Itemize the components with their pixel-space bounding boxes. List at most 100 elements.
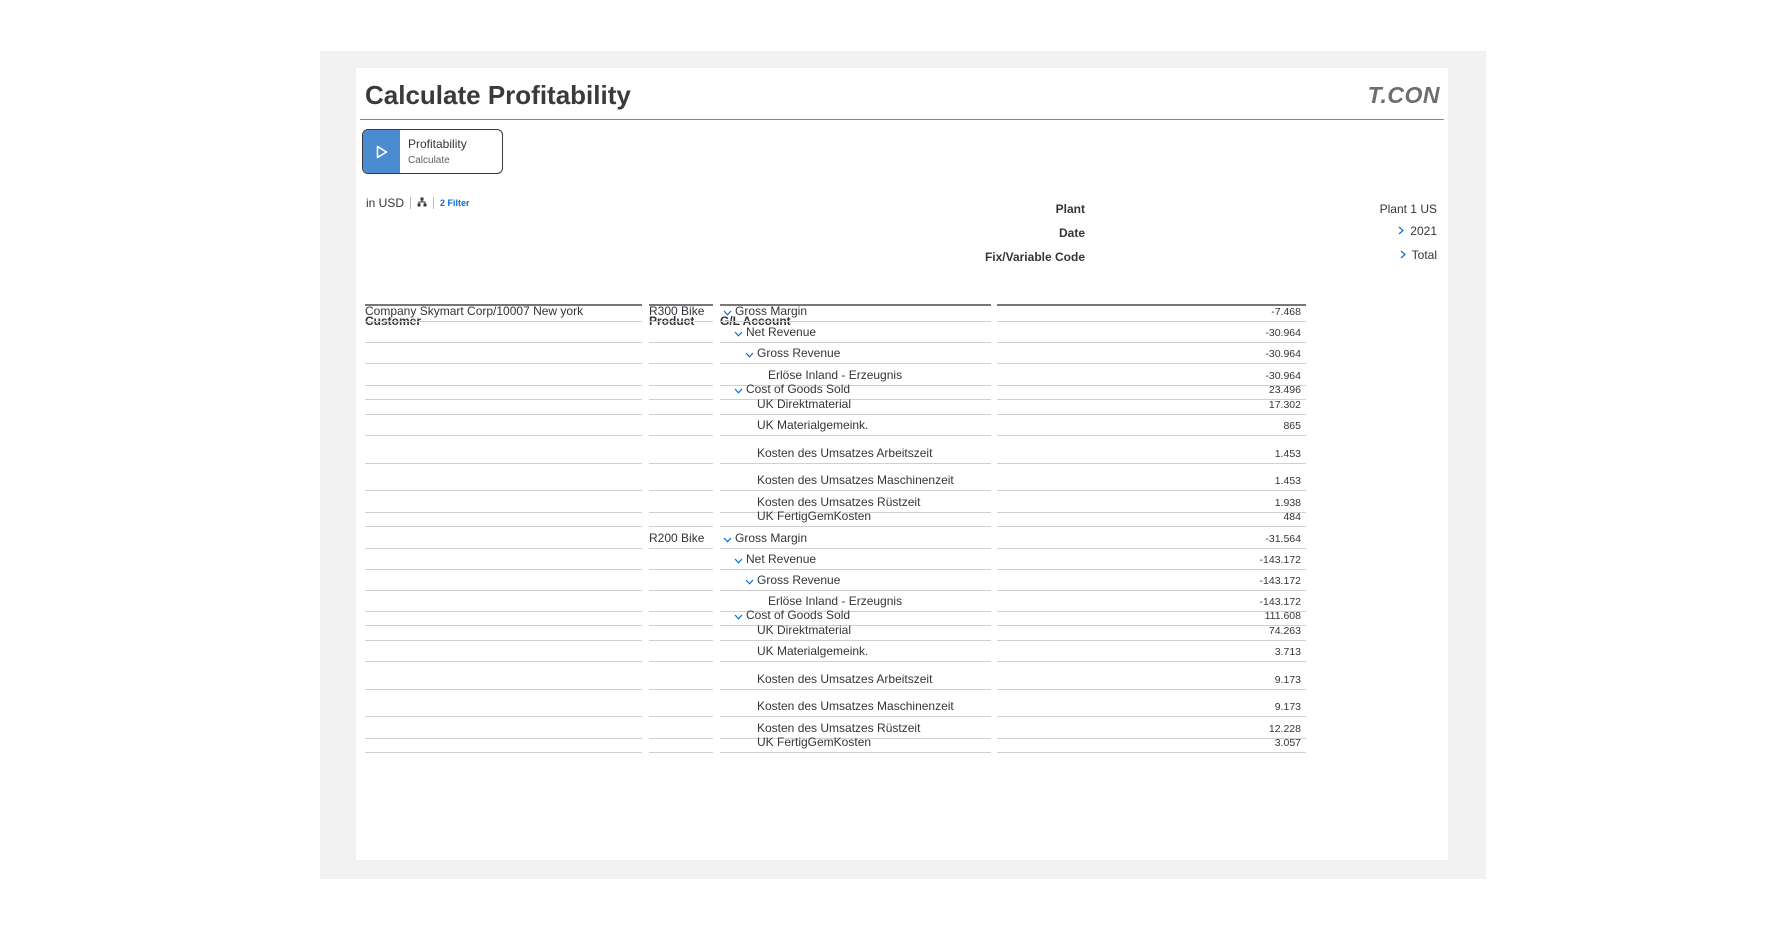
account-text: UK Direktmaterial <box>757 397 852 411</box>
table-subheader: in USD 2 Filter <box>366 196 470 210</box>
account-text: Net Revenue <box>746 325 817 339</box>
customer-cell <box>365 513 642 527</box>
product-cell <box>649 549 713 570</box>
table-row[interactable]: Kosten des Umsatzes Rüstzeit 12.228 <box>356 717 1448 739</box>
table-row[interactable]: R200 Bike Gross Margin -31.564 <box>356 527 1448 549</box>
product-cell <box>649 612 713 626</box>
account-cell[interactable]: Kosten des Umsatzes Maschinenzeit <box>720 464 991 491</box>
customer-cell <box>365 690 642 717</box>
product-cell <box>649 491 713 513</box>
date-header[interactable]: 2021 <box>1398 224 1437 238</box>
chevron-down-icon[interactable] <box>723 310 732 316</box>
value-text: -30.964 <box>1265 327 1301 339</box>
table-row[interactable]: UK Direktmaterial 17.302 <box>356 397 1448 415</box>
value-text: 9.173 <box>1274 674 1301 686</box>
account-text: Gross Margin <box>735 304 808 318</box>
account-cell[interactable]: UK FertigGemKosten <box>720 509 991 527</box>
value-text: 1.453 <box>1274 448 1301 460</box>
product-cell <box>649 717 713 739</box>
value-text: 1.453 <box>1274 475 1301 487</box>
account-text: Kosten des Umsatzes Arbeitszeit <box>757 446 933 460</box>
chevron-down-icon[interactable] <box>723 537 732 543</box>
account-text: Kosten des Umsatzes Maschinenzeit <box>757 699 954 713</box>
chevron-down-icon[interactable] <box>734 331 743 337</box>
tile-subtitle: Calculate <box>408 155 450 166</box>
table-row[interactable]: Kosten des Umsatzes Arbeitszeit 1.453 <box>356 436 1448 464</box>
account-cell[interactable]: UK FertigGemKosten <box>720 735 991 753</box>
filter-link[interactable]: 2 Filter <box>440 198 470 208</box>
table-row[interactable]: Kosten des Umsatzes Arbeitszeit 9.173 <box>356 662 1448 690</box>
product-cell <box>649 641 713 662</box>
table-row[interactable]: Gross Revenue -30.964 <box>356 343 1448 364</box>
account-cell[interactable]: Gross Revenue <box>720 570 991 591</box>
table-row[interactable]: Erlöse Inland - Erzeugnis -143.172 <box>356 591 1448 612</box>
account-cell[interactable]: Gross Margin <box>720 527 991 549</box>
value-cell: -7.468 <box>997 306 1306 322</box>
account-text: Kosten des Umsatzes Rüstzeit <box>757 721 921 735</box>
account-cell[interactable]: Net Revenue <box>720 322 991 343</box>
account-cell[interactable]: Kosten des Umsatzes Arbeitszeit <box>720 436 991 464</box>
account-cell[interactable]: Kosten des Umsatzes Maschinenzeit <box>720 690 991 717</box>
table-row[interactable]: Cost of Goods Sold 23.496 <box>356 382 1448 400</box>
value-cell: 865 <box>997 415 1306 436</box>
account-text: Gross Revenue <box>757 573 841 587</box>
chevron-down-icon[interactable] <box>734 558 743 564</box>
account-cell[interactable]: UK Materialgemeink. <box>720 415 991 436</box>
table-row[interactable]: Net Revenue -143.172 <box>356 549 1448 570</box>
chevron-down-icon[interactable] <box>745 352 754 358</box>
table-row[interactable]: UK Materialgemeink. 3.713 <box>356 641 1448 662</box>
value-text: 23.496 <box>1268 384 1301 396</box>
product-cell <box>649 690 713 717</box>
account-cell[interactable]: UK Materialgemeink. <box>720 641 991 662</box>
value-text: 74.263 <box>1268 625 1301 637</box>
product-cell <box>649 436 713 464</box>
separator <box>410 197 412 209</box>
table-row[interactable]: UK Direktmaterial 74.263 <box>356 623 1448 641</box>
chevron-down-icon[interactable] <box>734 614 743 620</box>
table-row[interactable]: Kosten des Umsatzes Rüstzeit 1.938 <box>356 491 1448 513</box>
account-cell[interactable]: UK Direktmaterial <box>720 397 991 415</box>
table-row[interactable]: Net Revenue -30.964 <box>356 322 1448 343</box>
customer-cell <box>365 343 642 364</box>
value-text: 484 <box>1283 511 1301 523</box>
chevron-down-icon[interactable] <box>734 388 743 394</box>
story-canvas: Calculate Profitability T.CON Profitabil… <box>356 68 1448 860</box>
customer-cell <box>365 641 642 662</box>
account-text: Erlöse Inland - Erzeugnis <box>768 368 903 382</box>
account-cell[interactable]: Net Revenue <box>720 549 991 570</box>
plant-value: Plant 1 US <box>1379 202 1437 216</box>
tile-title: Profitability <box>408 137 467 151</box>
product-text: R200 Bike <box>649 531 705 545</box>
table-row[interactable]: Gross Revenue -143.172 <box>356 570 1448 591</box>
value-text: -143.172 <box>1259 575 1301 587</box>
table-row[interactable]: UK Materialgemeink. 865 <box>356 415 1448 436</box>
table-row[interactable]: UK FertigGemKosten 3.057 <box>356 735 1448 753</box>
value-text: -7.468 <box>1271 306 1301 318</box>
value-cell: -31.564 <box>997 527 1306 549</box>
value-cell: 17.302 <box>997 399 1306 415</box>
customer-cell <box>365 549 642 570</box>
hierarchy-icon[interactable] <box>417 196 427 210</box>
customer-cell <box>365 436 642 464</box>
value-cell: 9.173 <box>997 690 1306 717</box>
chevron-down-icon[interactable] <box>745 579 754 585</box>
fixvar-header[interactable]: Total <box>1400 248 1437 262</box>
value-cell: -30.964 <box>997 364 1306 386</box>
account-cell[interactable]: Gross Revenue <box>720 343 991 364</box>
account-cell[interactable]: Gross Margin <box>720 304 991 322</box>
table-row[interactable]: Cost of Goods Sold 111.608 <box>356 608 1448 626</box>
account-text: Kosten des Umsatzes Maschinenzeit <box>757 473 954 487</box>
account-cell[interactable]: Kosten des Umsatzes Arbeitszeit <box>720 662 991 690</box>
table-row[interactable]: Kosten des Umsatzes Maschinenzeit 9.173 <box>356 690 1448 717</box>
table-row[interactable]: UK FertigGemKosten 484 <box>356 509 1448 527</box>
table-row[interactable]: Kosten des Umsatzes Maschinenzeit 1.453 <box>356 464 1448 491</box>
product-cell <box>649 570 713 591</box>
value-cell: -30.964 <box>997 322 1306 343</box>
table-row[interactable]: Erlöse Inland - Erzeugnis -30.964 <box>356 364 1448 386</box>
play-icon <box>363 130 400 173</box>
chevron-right-icon <box>1400 250 1406 259</box>
table-row[interactable]: Company Skymart Corp/10007 New york R300 … <box>356 304 1448 322</box>
value-cell: -143.172 <box>997 549 1306 570</box>
profitability-calculate-tile[interactable]: Profitability Calculate <box>362 129 503 174</box>
account-cell[interactable]: UK Direktmaterial <box>720 623 991 641</box>
